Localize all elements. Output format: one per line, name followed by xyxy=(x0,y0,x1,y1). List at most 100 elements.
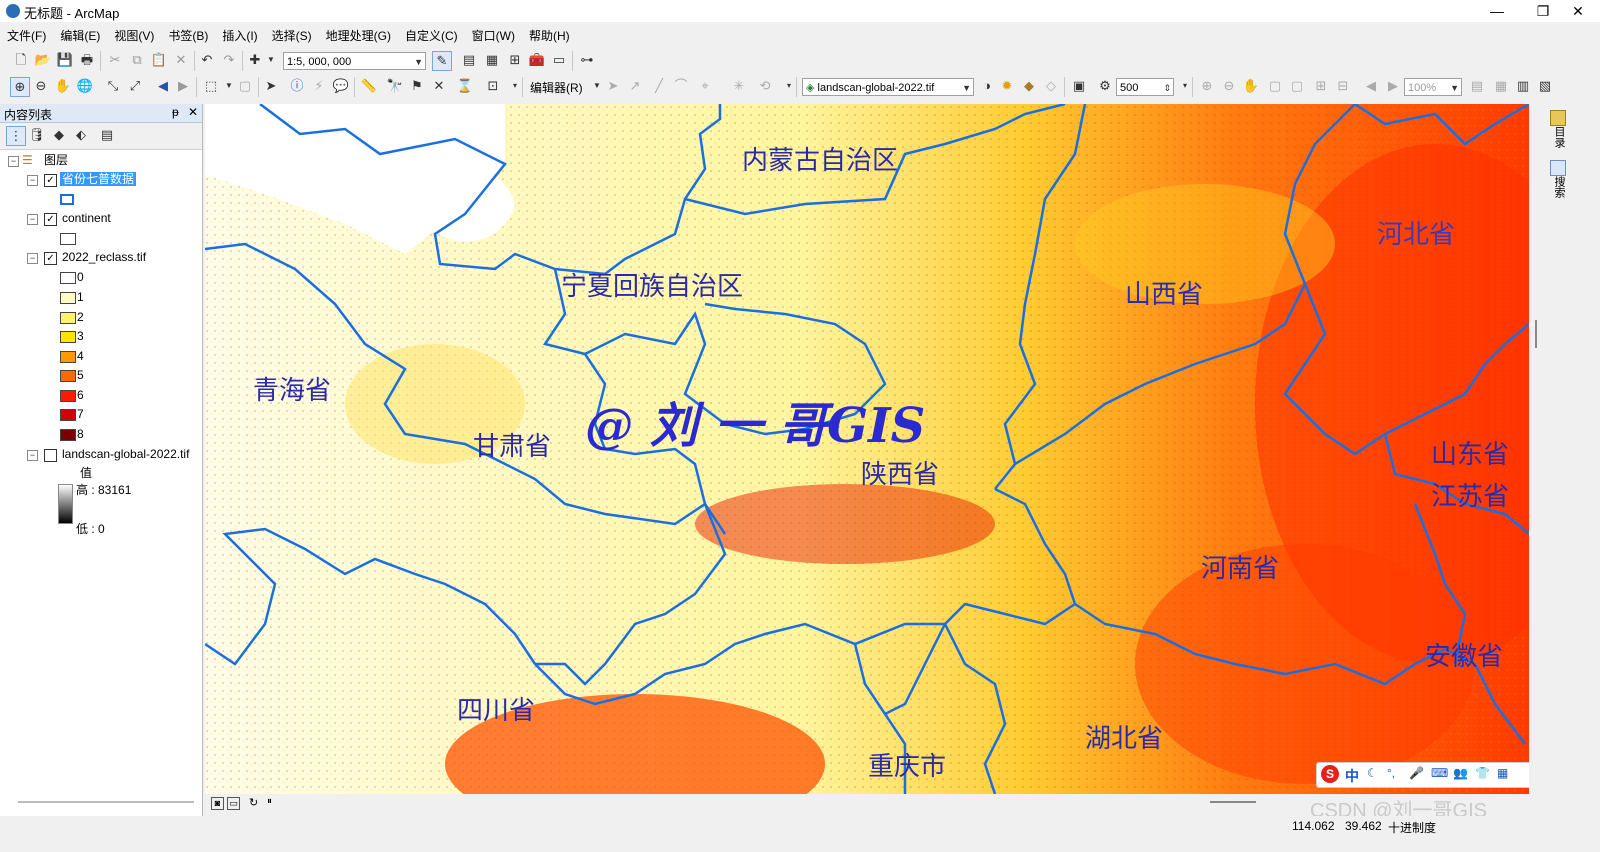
forward-extent-icon[interactable]: ▶ xyxy=(174,77,192,95)
menu-file[interactable]: 文件(F) xyxy=(0,24,53,47)
polygon-symbol[interactable] xyxy=(60,194,74,205)
collapse-icon[interactable]: − xyxy=(27,253,38,264)
html-popup-icon[interactable]: 💬 xyxy=(332,77,350,95)
menu-help[interactable]: 帮助(H) xyxy=(522,24,577,47)
menu-bookmarks[interactable]: 书签(B) xyxy=(161,24,215,47)
refresh-icon[interactable]: ↻ xyxy=(249,796,258,809)
back-extent-icon[interactable]: ◀ xyxy=(154,77,172,95)
layout-view-icon[interactable]: ▭ xyxy=(227,797,240,810)
search-dock-icon[interactable] xyxy=(1550,160,1566,176)
ime-toolbar[interactable]: S 中 ☾ °, 🎤 ⌨ 👥 👕 ▦ xyxy=(1316,762,1529,788)
change-layout-icon[interactable]: ▥ xyxy=(1514,77,1532,95)
layer-visibility-checkbox[interactable]: ✓ xyxy=(44,213,57,226)
class-swatch[interactable] xyxy=(60,272,76,284)
select-features-icon[interactable]: ⬚ xyxy=(202,77,220,95)
catalog-dock-tab[interactable]: 目录 xyxy=(1551,126,1567,148)
model-builder-icon[interactable]: ⊶ xyxy=(578,51,596,69)
layer-visibility-checkbox[interactable] xyxy=(44,449,57,462)
layer-provinces[interactable]: 省份七普数据 xyxy=(60,170,137,188)
menu-geoprocessing[interactable]: 地理处理(G) xyxy=(319,24,398,47)
pin-icon[interactable]: ᵽ xyxy=(172,105,179,119)
search-dock-tab[interactable]: 搜索 xyxy=(1551,176,1567,198)
class-swatch[interactable] xyxy=(60,331,76,343)
collapse-icon[interactable]: − xyxy=(27,214,38,225)
go-to-xy-icon[interactable]: ✕ xyxy=(430,77,448,95)
close-icon[interactable]: ✕ xyxy=(188,105,198,119)
pause-drawing-icon[interactable]: ⏸ xyxy=(267,796,272,807)
cut-icon[interactable]: ✂ xyxy=(106,51,124,69)
zoom-whole-page-icon[interactable]: ▢ xyxy=(1266,77,1284,95)
class-swatch[interactable] xyxy=(60,409,76,421)
data-driven-pages-icon[interactable]: ▧ xyxy=(1536,77,1554,95)
layer-continent[interactable]: continent xyxy=(62,209,111,227)
new-document-icon[interactable]: 🗋 xyxy=(12,51,30,69)
zoom-out-icon[interactable]: ⊖ xyxy=(32,77,50,95)
toggle-draft-icon[interactable]: ▤ xyxy=(1468,77,1486,95)
layout-zoom-in-icon[interactable]: ⊕ xyxy=(1198,77,1216,95)
histogram-icon[interactable]: ▣ xyxy=(1070,77,1088,95)
options-icon[interactable]: ▤ xyxy=(98,126,116,144)
layout-zoom-out-icon[interactable]: ⊖ xyxy=(1220,77,1238,95)
layer-landscan[interactable]: landscan-global-2022.tif xyxy=(62,445,200,463)
user-icon[interactable]: 👥 xyxy=(1453,766,1468,780)
edit-annotation-icon[interactable]: ↗ xyxy=(626,77,644,95)
full-extent-globe-icon[interactable]: 🌐 xyxy=(76,77,94,95)
close-window-button[interactable]: ✕ xyxy=(1555,0,1600,22)
fixed-zoom-out-icon[interactable]: ⤢ xyxy=(126,77,144,95)
layout-zoom-combo[interactable]: 100% ▼ xyxy=(1404,78,1462,96)
list-by-visibility-icon[interactable]: ◆ xyxy=(50,126,68,144)
layer-reclass[interactable]: 2022_reclass.tif xyxy=(62,248,146,266)
select-elements-arrow-icon[interactable]: ➤ xyxy=(262,77,280,95)
keyboard-icon[interactable]: ⌨ xyxy=(1431,766,1448,780)
trace-icon[interactable]: ⌖ xyxy=(696,77,714,95)
moon-icon[interactable]: ☾ xyxy=(1367,766,1378,780)
editor-toolbar-icon[interactable]: ✎ xyxy=(432,51,452,71)
minimize-button[interactable]: — xyxy=(1474,0,1520,22)
list-by-drawing-order-icon[interactable]: ⋮ xyxy=(6,126,26,146)
save-icon[interactable]: 💾 xyxy=(56,51,74,69)
create-viewer-window-icon[interactable]: ⊡ xyxy=(484,77,502,95)
clear-selection-icon[interactable]: ▢ xyxy=(236,77,254,95)
end-point-arc-icon[interactable]: ⌒ xyxy=(672,77,690,95)
paste-icon[interactable]: 📋 xyxy=(150,51,168,69)
pixel-value-icon[interactable]: ⚙ xyxy=(1096,77,1114,95)
hyperlink-icon[interactable]: ⚡ xyxy=(310,77,328,95)
map-scale-combo[interactable]: 1:5, 000, 000 ▼ xyxy=(283,52,426,70)
search-window-icon[interactable]: ⊞ xyxy=(506,51,524,69)
class-swatch[interactable] xyxy=(60,390,76,402)
class-swatch[interactable] xyxy=(60,312,76,324)
map-display[interactable]: 内蒙古自治区 宁夏回族自治区 山西省 河北省 青海省 甘肃省 陕西省 山东省 江… xyxy=(205,104,1529,794)
time-slider-icon[interactable]: ⌛ xyxy=(456,77,474,95)
swipe-icon[interactable]: ◇ xyxy=(1042,77,1060,95)
collapse-icon[interactable]: − xyxy=(27,175,38,186)
menu-windows[interactable]: 窗口(W) xyxy=(465,24,522,47)
punctuation-icon[interactable]: °, xyxy=(1387,766,1395,780)
brightness-icon[interactable]: ✹ xyxy=(998,77,1016,95)
python-window-icon[interactable]: ▭ xyxy=(550,51,568,69)
zoom-100-icon[interactable]: ▢ xyxy=(1288,77,1306,95)
delete-icon[interactable]: ✕ xyxy=(172,51,190,69)
previous-extent-icon[interactable]: ◀ xyxy=(1362,77,1380,95)
collapse-icon[interactable]: − xyxy=(8,156,19,167)
list-by-selection-icon[interactable]: ⬖ xyxy=(72,126,90,144)
value-field[interactable]: 500 ⇕ xyxy=(1116,78,1174,96)
arctoolbox-icon[interactable]: 🧰 xyxy=(528,51,546,69)
sogou-icon[interactable]: S xyxy=(1321,765,1339,783)
identify-icon[interactable]: ⓘ xyxy=(288,77,306,95)
fixed-layout-zoom-in-icon[interactable]: ⊞ xyxy=(1312,77,1330,95)
catalog-dock-icon[interactable] xyxy=(1550,110,1566,126)
next-extent-icon[interactable]: ▶ xyxy=(1384,77,1402,95)
layers-root-label[interactable]: 图层 xyxy=(44,151,68,169)
pan-hand-icon[interactable]: ✋ xyxy=(54,77,72,95)
menu-customize[interactable]: 自定义(C) xyxy=(398,24,465,47)
split-tool-icon[interactable]: ✳ xyxy=(730,77,748,95)
open-folder-icon[interactable]: 📂 xyxy=(34,51,52,69)
menu-view[interactable]: 视图(V) xyxy=(107,24,161,47)
redo-icon[interactable]: ↷ xyxy=(220,51,238,69)
horizontal-scroll-thumb[interactable] xyxy=(1210,801,1256,803)
fixed-layout-zoom-out-icon[interactable]: ⊟ xyxy=(1334,77,1352,95)
editor-menu[interactable]: 编辑器(R) xyxy=(530,79,583,96)
contrast-icon[interactable]: ◑ xyxy=(978,77,996,95)
class-swatch[interactable] xyxy=(60,292,76,304)
catalog-icon[interactable]: ▦ xyxy=(483,51,501,69)
